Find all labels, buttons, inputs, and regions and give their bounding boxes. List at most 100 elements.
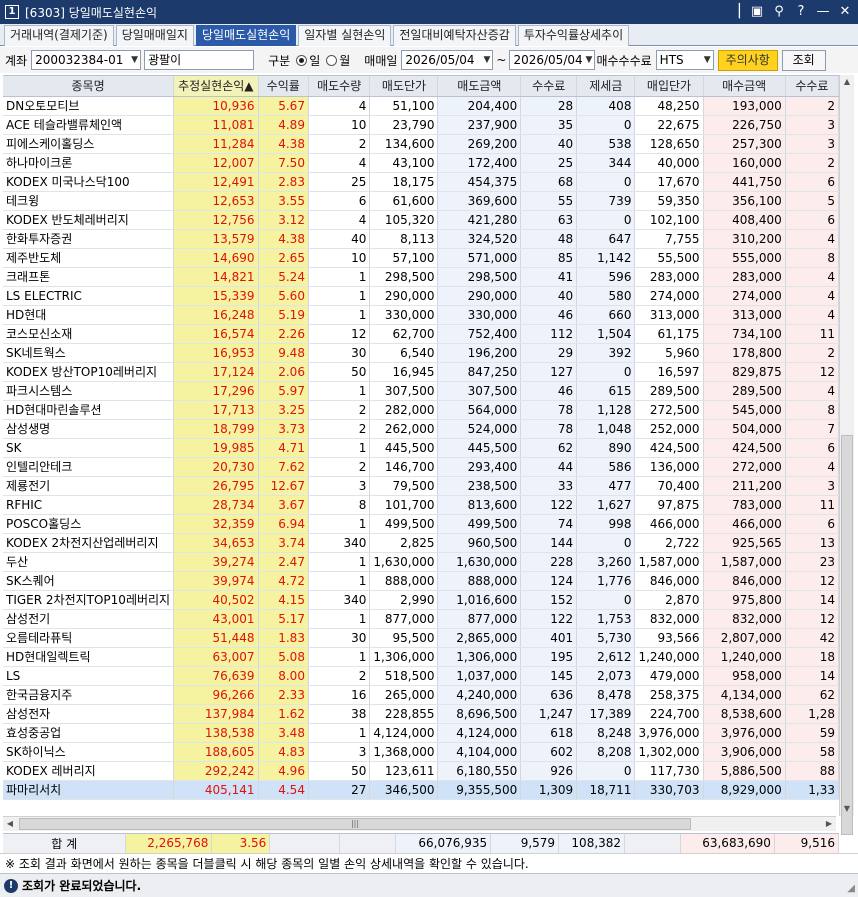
cell-pnl: 43,001 <box>173 609 259 629</box>
cell-rate: 3.67 <box>258 495 309 515</box>
col-header-sell-qty[interactable]: 매도수량 <box>308 76 371 97</box>
cell-tax: 0 <box>576 115 636 135</box>
table-row[interactable]: SK하이닉스 188,605 4.83 3 1,368,000 4,104,000 602 8… <box>3 742 839 762</box>
tab-asset-change[interactable]: 전일대비예탁자산증감 <box>393 25 516 46</box>
cell-stock-name: 제룡전기 <box>3 476 175 496</box>
table-row[interactable]: SK네트웍스 16,953 9.48 30 6,540 196,200 29 392 5,960… <box>3 343 839 363</box>
save-icon[interactable]: ▣ <box>748 3 766 21</box>
table-row[interactable]: KODEX 방산TOP10레버리지 17,124 2.06 50 16,945 847,2… <box>3 362 839 382</box>
table-row[interactable]: ACE 테슬라밸류체인액 11,081 4.89 10 23,790 237,900 35 0… <box>3 115 839 135</box>
col-header-name[interactable]: 종목명 <box>3 76 175 97</box>
cell-pnl: 34,653 <box>173 533 259 553</box>
table-row[interactable]: 삼성전자 137,984 1.62 38 228,855 8,696,500 1,247 17… <box>3 704 839 724</box>
table-row[interactable]: 크래프톤 14,821 5.24 1 298,500 298,500 41 596 283,00… <box>3 267 839 287</box>
table-row[interactable]: 제주반도체 14,690 2.65 10 57,100 571,000 85 1,142 55,… <box>3 248 839 268</box>
col-header-buy-price[interactable]: 매입단가 <box>634 76 704 97</box>
pnl-grid[interactable]: 종목명 추정실현손익▲ 수익률 매도수량 매도단가 매도금액 수수료 제세금 매… <box>3 75 839 816</box>
table-row[interactable]: 코스모신소재 16,574 2.26 12 62,700 752,400 112 1,504 6… <box>3 324 839 344</box>
account-select[interactable]: 200032384-01 ▼ <box>31 50 142 70</box>
table-row[interactable]: 삼성전기 43,001 5.17 1 877,000 877,000 122 1,753 832… <box>3 609 839 629</box>
table-row[interactable]: 하나마이크론 12,007 7.50 4 43,100 172,400 25 344 40,00… <box>3 153 839 173</box>
col-header-sell-amount[interactable]: 매도금액 <box>437 76 522 97</box>
fee-label: 매수수수료 <box>596 53 652 68</box>
table-row[interactable]: 두산 39,274 2.47 1 1,630,000 1,630,000 228 3,260 1… <box>3 552 839 572</box>
app-icon: 1 <box>5 5 19 19</box>
table-row[interactable]: 피에스케이홀딩스 11,284 4.38 2 134,600 269,200 40 538 12… <box>3 134 839 154</box>
filter-icon[interactable]: ⚲ <box>770 3 788 21</box>
query-button[interactable]: 조회 <box>781 49 826 71</box>
table-row[interactable]: POSCO홀딩스 32,359 6.94 1 499,500 499,500 74 998 46… <box>3 514 839 534</box>
tab-return-trend[interactable]: 투자수익률상세추이 <box>517 25 630 46</box>
table-row[interactable]: 인텔리안테크 20,730 7.62 2 146,700 293,400 44 586 136,… <box>3 457 839 477</box>
table-row[interactable]: 한화투자증권 13,579 4.38 40 8,113 324,520 48 647 7,755… <box>3 229 839 249</box>
table-row[interactable]: LS ELECTRIC 15,339 5.60 1 290,000 290,000 40 58… <box>3 286 839 306</box>
table-row[interactable]: KODEX 레버리지 292,242 4.96 50 123,611 6,180,550 9… <box>3 761 839 781</box>
col-header-pnl[interactable]: 추정실현손익▲ <box>173 76 259 97</box>
table-row[interactable]: 파크시스템스 17,296 5.97 1 307,500 307,500 46 615 289,… <box>3 381 839 401</box>
table-row[interactable]: DN오토모티브 10,936 5.67 4 51,100 204,400 28 408 48,2… <box>3 96 839 116</box>
cell-rate: 5.60 <box>258 286 309 306</box>
col-header-rate[interactable]: 수익률 <box>258 76 309 97</box>
tab-daily-realized-pnl[interactable]: 당일매도실현손익 <box>195 25 297 46</box>
date-from-picker[interactable]: 2026/05/04 ▼ <box>401 50 494 70</box>
table-row[interactable]: 한국금융지주 96,266 2.33 16 265,000 4,240,000 636 8,4… <box>3 685 839 705</box>
table-row[interactable]: SK 19,985 4.71 1 445,500 445,500 62 890 424,500 4… <box>3 438 839 458</box>
table-row[interactable]: HD현대 16,248 5.19 1 330,000 330,000 46 660 313,00… <box>3 305 839 325</box>
horizontal-scrollbar[interactable]: ◀ ||| ▶ <box>3 816 836 831</box>
radio-day-option[interactable]: 일 <box>296 52 320 69</box>
table-row[interactable]: LS 76,639 8.00 2 518,500 1,037,000 145 2,073 479… <box>3 666 839 686</box>
cell-sell-qty: 340 <box>308 590 371 610</box>
tab-daily-journal[interactable]: 당일매매일지 <box>115 25 194 46</box>
col-header-fee[interactable]: 수수료 <box>520 76 578 97</box>
cell-buy-amount: 958,000 <box>703 666 786 686</box>
table-row[interactable]: 테크윙 12,653 3.55 6 61,600 369,600 55 739 59,350 35… <box>3 191 839 211</box>
scroll-up-icon[interactable]: ▲ <box>840 75 854 89</box>
fee-select[interactable]: HTS ▼ <box>655 50 714 70</box>
table-row[interactable]: 제룡전기 26,795 12.67 3 79,500 238,500 33 477 70,400… <box>3 476 839 496</box>
table-row[interactable]: 파마리서치 405,141 4.54 27 346,500 9,355,500 1,309 1… <box>3 780 839 800</box>
cell-sell-qty: 50 <box>308 761 371 781</box>
radio-month-option[interactable]: 월 <box>326 52 350 69</box>
cell-buy-fee: 12 <box>785 362 839 382</box>
date-to-picker[interactable]: 2026/05/04 ▼ <box>509 50 596 70</box>
table-row[interactable]: TIGER 2차전지TOP10레버리지 40,502 4.15 340 2,990 1,0… <box>3 590 839 610</box>
resize-grip-icon[interactable]: ◢ <box>847 883 855 894</box>
col-header-tax[interactable]: 제세금 <box>576 76 636 97</box>
horizontal-scroll-thumb[interactable]: ||| <box>19 818 691 830</box>
table-row[interactable]: KODEX 2차전지산업레버리지 34,653 3.74 340 2,825 960,50… <box>3 533 839 553</box>
scroll-left-icon[interactable]: ◀ <box>3 817 17 831</box>
table-row[interactable]: KODEX 미국나스닥100 12,491 2.83 25 18,175 454,375 6… <box>3 172 839 192</box>
cell-sell-price: 2,825 <box>369 533 439 553</box>
menu-icon[interactable]: ▕ <box>726 3 744 21</box>
table-row[interactable]: 삼성생명 18,799 3.73 2 262,000 524,000 78 1,048 252,… <box>3 419 839 439</box>
table-row[interactable]: KODEX 반도체레버리지 12,756 3.12 4 105,320 421,280 63… <box>3 210 839 230</box>
cell-fee: 124 <box>520 571 578 591</box>
scroll-down-icon[interactable]: ▼ <box>840 802 854 816</box>
table-row[interactable]: HD현대일렉트릭 63,007 5.08 1 1,306,000 1,306,000 195… <box>3 647 839 667</box>
scroll-right-icon[interactable]: ▶ <box>822 817 836 831</box>
vertical-scroll-thumb[interactable] <box>841 435 853 835</box>
tab-realized-pnl-by-date[interactable]: 일자별 실현손익 <box>298 25 392 46</box>
cell-sell-amount: 877,000 <box>437 609 522 629</box>
notice-text: ※ 조회 결과 화면에서 원하는 종목을 더블클릭 시 해당 종목의 일별 손익… <box>0 853 858 873</box>
cell-buy-price: 330,703 <box>634 780 704 800</box>
tab-trade-history[interactable]: 거래내역(결제기준) <box>4 25 114 46</box>
table-row[interactable]: 오름테라퓨틱 51,448 1.83 30 95,500 2,865,000 401 5,73… <box>3 628 839 648</box>
cell-stock-name: KODEX 방산TOP10레버리지 <box>3 362 175 382</box>
table-row[interactable]: RFHIC 28,734 3.67 8 101,700 813,600 122 1,627 97… <box>3 495 839 515</box>
cell-sell-price: 1,368,000 <box>369 742 439 762</box>
table-row[interactable]: SK스퀘어 39,974 4.72 1 888,000 888,000 124 1,776 84… <box>3 571 839 591</box>
help-icon[interactable]: ? <box>792 3 810 21</box>
col-header-buy-fee[interactable]: 수수료 <box>785 76 839 97</box>
cell-fee: 44 <box>520 457 578 477</box>
col-header-sell-price[interactable]: 매도단가 <box>369 76 439 97</box>
vertical-scrollbar[interactable]: ▲ ▼ <box>839 75 854 835</box>
minimize-icon[interactable]: — <box>814 3 832 21</box>
close-icon[interactable]: ✕ <box>836 3 854 21</box>
table-row[interactable]: 효성중공업 138,538 3.48 1 4,124,000 4,124,000 618 8,… <box>3 723 839 743</box>
cell-rate: 3.55 <box>258 191 309 211</box>
col-header-buy-amount[interactable]: 매수금액 <box>703 76 786 97</box>
cell-fee: 46 <box>520 305 578 325</box>
notice-button[interactable]: 주의사항 <box>717 49 778 71</box>
table-row[interactable]: HD현대마린솔루션 17,713 3.25 2 282,000 564,000 78 1,12… <box>3 400 839 420</box>
